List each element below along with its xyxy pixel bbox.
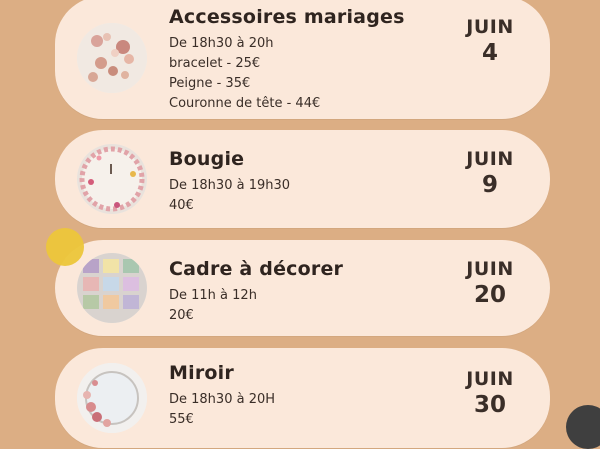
event-card-miroir[interactable]: Miroir De 18h30 à 20H 55€ JUIN 30 xyxy=(55,348,550,448)
event-day: 20 xyxy=(473,282,506,308)
event-time: De 18h30 à 20h xyxy=(169,36,274,51)
event-day: 9 xyxy=(481,172,498,198)
event-time: De 18h30 à 20H xyxy=(169,392,276,407)
event-time: De 11h à 12h xyxy=(169,288,257,303)
event-card-bougie[interactable]: Bougie De 18h30 à 19h30 40€ JUIN 9 xyxy=(55,130,550,228)
event-price: 40€ xyxy=(169,198,194,213)
event-month: JUIN xyxy=(466,148,514,170)
floating-action-button[interactable] xyxy=(566,405,600,449)
mirror-photo xyxy=(77,363,147,433)
decorative-yellow-dot xyxy=(46,228,84,266)
event-price-couronne: Couronne de tête - 44€ xyxy=(169,96,321,111)
event-price-bracelet: bracelet - 25€ xyxy=(169,56,261,71)
event-card-accessoires[interactable]: Accessoires mariages De 18h30 à 20h brac… xyxy=(55,0,550,119)
candle-photo xyxy=(77,144,147,214)
event-price: 55€ xyxy=(169,412,194,427)
event-date: JUIN 30 xyxy=(452,368,528,418)
event-card-cadre[interactable]: Cadre à décorer De 11h à 12h 20€ JUIN 20 xyxy=(55,240,550,336)
event-price-peigne: Peigne - 35€ xyxy=(169,76,251,91)
event-month: JUIN xyxy=(466,258,514,280)
event-title: Cadre à décorer xyxy=(169,258,344,280)
frame-photo xyxy=(77,253,147,323)
event-date: JUIN 9 xyxy=(452,148,528,198)
event-day: 30 xyxy=(473,392,506,418)
event-price: 20€ xyxy=(169,308,194,323)
event-month: JUIN xyxy=(466,368,514,390)
event-title: Bougie xyxy=(169,148,245,170)
event-title: Miroir xyxy=(169,362,234,384)
event-day: 4 xyxy=(481,40,498,66)
event-date: JUIN 4 xyxy=(452,16,528,66)
event-month: JUIN xyxy=(466,16,514,38)
accessories-photo xyxy=(77,22,147,93)
event-time: De 18h30 à 19h30 xyxy=(169,178,291,193)
event-date: JUIN 20 xyxy=(452,258,528,308)
event-title: Accessoires mariages xyxy=(169,6,405,28)
